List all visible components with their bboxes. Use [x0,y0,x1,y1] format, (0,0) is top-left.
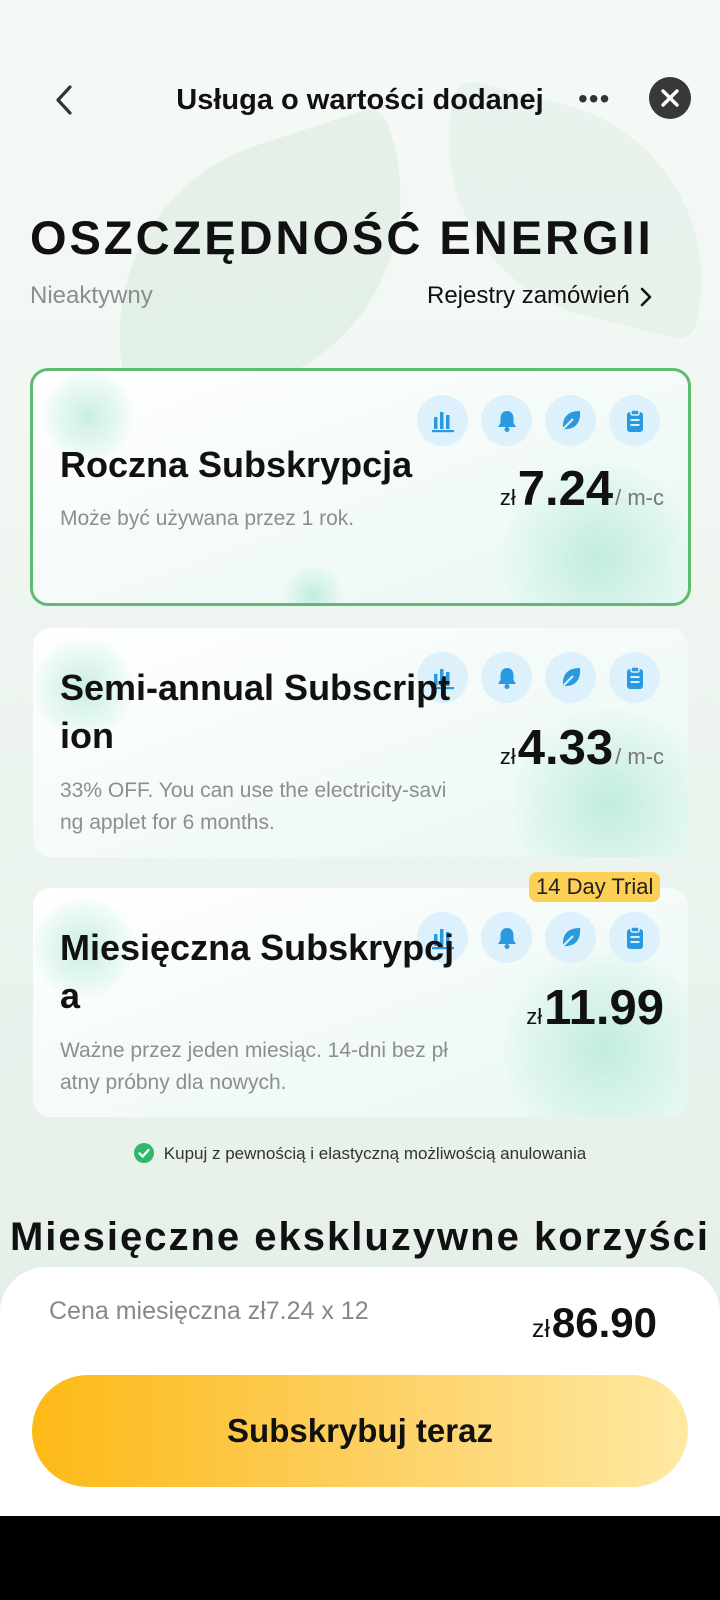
subscribe-button[interactable]: Subskrybuj teraz [32,1375,688,1487]
clipboard-icon [609,395,660,446]
bell-icon [481,395,532,446]
plan-card-annual[interactable]: Roczna Subskrypcja Może być używana prze… [30,368,691,606]
clipboard-icon [609,652,660,703]
hero-title: OSZCZĘDNOŚĆ ENERGII [30,211,654,264]
page-title: Usługa o wartości dodanej [176,84,544,116]
currency-symbol: zł [531,1315,550,1343]
plan-name: Miesięczna Subskrypcja [60,927,455,1016]
clipboard-icon [609,912,660,963]
chevron-right-icon [640,287,652,306]
decorative-bubble [283,566,343,603]
price-period: / m-c [615,744,664,769]
guarantee-text: Kupuj z pewnością i elastyczną możliwośc… [163,1144,587,1163]
currency-symbol: zł [526,1004,543,1029]
plan-price: zł 4.33 / m-c [500,720,664,776]
bar-chart-icon [417,395,468,446]
top-bar: Usługa o wartości dodanej ••• [0,60,720,140]
plan-price: zł 11.99 [526,980,664,1036]
plan-description: Ważne przez jeden miesiąc. 14-dni bez pł… [60,1039,448,1094]
checkout-sheet: Cena miesięczna zł7.24 x 12 zł 86.90 Sub… [0,1267,720,1517]
plan-description: Może być używana przez 1 rok. [60,507,355,530]
plan-card-monthly[interactable]: Miesięczna Subskrypcja Ważne przez jeden… [33,888,688,1117]
plan-card-semi-annual[interactable]: Semi-annual Subscription 33% OFF. You ca… [33,628,688,857]
total-amount: 86.90 [551,1299,657,1346]
plan-description: 33% OFF. You can use the electricity-sav… [60,779,447,834]
currency-symbol: zł [499,485,516,510]
close-icon [661,89,679,107]
price-amount: 4.33 [517,721,614,775]
plan-name: Semi-annual Subscription [60,667,451,756]
bell-icon [481,652,532,703]
plan-name: Roczna Subskrypcja [60,444,413,485]
currency-symbol: zł [499,744,516,769]
bell-icon [481,912,532,963]
order-records-label: Rejestry zamówień [427,282,630,309]
order-records-link[interactable]: Rejestry zamówień [427,282,654,310]
price-amount: 11.99 [544,981,664,1035]
trial-badge: 14 Day Trial [529,872,661,902]
leaf-icon [545,395,596,446]
leaf-icon [545,652,596,703]
leaf-icon [545,912,596,963]
plan-feature-icons [417,395,660,446]
guarantee-note: Kupuj z pewnością i elastyczną możliwośc… [0,1143,720,1164]
benefits-title: Miesięczne ekskluzywne korzyści [9,1215,711,1259]
subscription-status: Nieaktywny [30,282,153,309]
plan-price: zł 7.24 / m-c [500,461,664,517]
monthly-price-breakdown: Cena miesięczna zł7.24 x 12 [49,1297,369,1325]
total-price: zł 86.90 [532,1299,657,1347]
system-navigation-bar [0,1516,720,1600]
more-options-button[interactable]: ••• [578,85,610,113]
close-button[interactable] [649,77,691,119]
price-amount: 7.24 [517,462,614,516]
price-period: / m-c [615,485,664,510]
check-circle-icon [133,1143,154,1163]
